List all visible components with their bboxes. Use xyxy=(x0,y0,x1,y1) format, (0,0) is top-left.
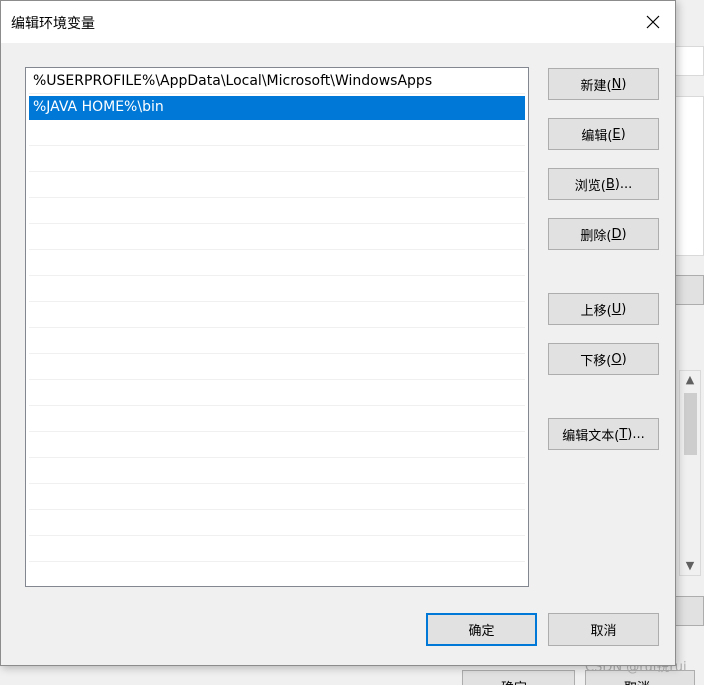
list-item-empty[interactable] xyxy=(29,564,525,586)
title-bar: 编辑环境变量 xyxy=(1,1,675,43)
move-down-key: O xyxy=(611,351,622,367)
edit-text-label: 编辑文本( xyxy=(562,428,620,444)
move-up-button[interactable]: 上移(U) xyxy=(548,293,659,325)
move-up-label: 上移( xyxy=(580,303,612,319)
list-item-empty[interactable] xyxy=(29,356,525,380)
list-item-empty[interactable] xyxy=(29,304,525,328)
delete-label: 删除( xyxy=(580,228,612,244)
move-down-label: 下移( xyxy=(580,353,612,369)
close-icon xyxy=(646,15,660,29)
ok-button[interactable]: 确定 xyxy=(426,613,537,646)
delete-tail: ) xyxy=(621,226,627,242)
parent-ok-button[interactable]: 确定 xyxy=(462,670,575,685)
delete-key: D xyxy=(611,226,622,242)
list-item-empty[interactable] xyxy=(29,382,525,406)
list-item[interactable]: %JAVA HOME%\bin xyxy=(29,96,525,120)
move-down-button[interactable]: 下移(O) xyxy=(548,343,659,375)
browse-key: B xyxy=(605,176,615,192)
list-item-empty[interactable] xyxy=(29,200,525,224)
list-item-empty[interactable] xyxy=(29,460,525,484)
scroll-thumb[interactable] xyxy=(684,393,697,455)
browse-button[interactable]: 浏览(B)... xyxy=(548,168,659,200)
new-key: N xyxy=(611,76,622,92)
new-button[interactable]: 新建(N) xyxy=(548,68,659,100)
edit-key: E xyxy=(612,126,621,142)
list-item[interactable]: %USERPROFILE%\AppData\Local\Microsoft\Wi… xyxy=(29,70,525,94)
edit-text-tail: )... xyxy=(627,426,645,442)
cancel-label: 取消 xyxy=(590,624,617,639)
parent-ok-label: 确定 xyxy=(501,677,527,685)
scroll-down-icon[interactable]: ▼ xyxy=(680,557,700,575)
list-item-empty[interactable] xyxy=(29,538,525,562)
scroll-up-icon[interactable]: ▲ xyxy=(680,371,700,389)
list-item-empty[interactable] xyxy=(29,434,525,458)
new-tail: ) xyxy=(621,76,627,92)
move-up-key: U xyxy=(611,301,622,317)
edit-text-key: T xyxy=(619,426,628,442)
list-item-empty[interactable] xyxy=(29,122,525,146)
parent-scrollbar[interactable]: ▲ ▼ xyxy=(679,370,701,576)
list-item-empty[interactable] xyxy=(29,408,525,432)
list-item-empty[interactable] xyxy=(29,278,525,302)
new-label: 新建( xyxy=(580,78,612,94)
list-item-empty[interactable] xyxy=(29,252,525,276)
list-item-empty[interactable] xyxy=(29,486,525,510)
move-down-tail: ) xyxy=(621,351,627,367)
list-item-empty[interactable] xyxy=(29,330,525,354)
ok-label: 确定 xyxy=(468,624,495,639)
edit-tail: ) xyxy=(620,126,626,142)
list-item-empty[interactable] xyxy=(29,226,525,250)
parent-cancel-label: 取消 xyxy=(624,677,650,685)
delete-button[interactable]: 删除(D) xyxy=(548,218,659,250)
edit-button[interactable]: 编辑(E) xyxy=(548,118,659,150)
move-up-tail: ) xyxy=(621,301,627,317)
browse-tail: )... xyxy=(614,176,633,192)
edit-env-dialog: 编辑环境变量 %USERPROFILE%\AppData\Local\Micro… xyxy=(0,0,676,666)
dialog-title: 编辑环境变量 xyxy=(11,16,95,32)
list-item-empty[interactable] xyxy=(29,174,525,198)
list-item-empty[interactable] xyxy=(29,148,525,172)
list-item-empty[interactable] xyxy=(29,512,525,536)
path-listbox[interactable]: %USERPROFILE%\AppData\Local\Microsoft\Wi… xyxy=(25,67,529,587)
close-button[interactable] xyxy=(631,1,675,43)
cancel-button[interactable]: 取消 xyxy=(548,613,659,646)
edit-text-button[interactable]: 编辑文本(T)... xyxy=(548,418,659,450)
edit-label: 编辑( xyxy=(581,128,613,144)
browse-label: 浏览( xyxy=(574,178,606,194)
